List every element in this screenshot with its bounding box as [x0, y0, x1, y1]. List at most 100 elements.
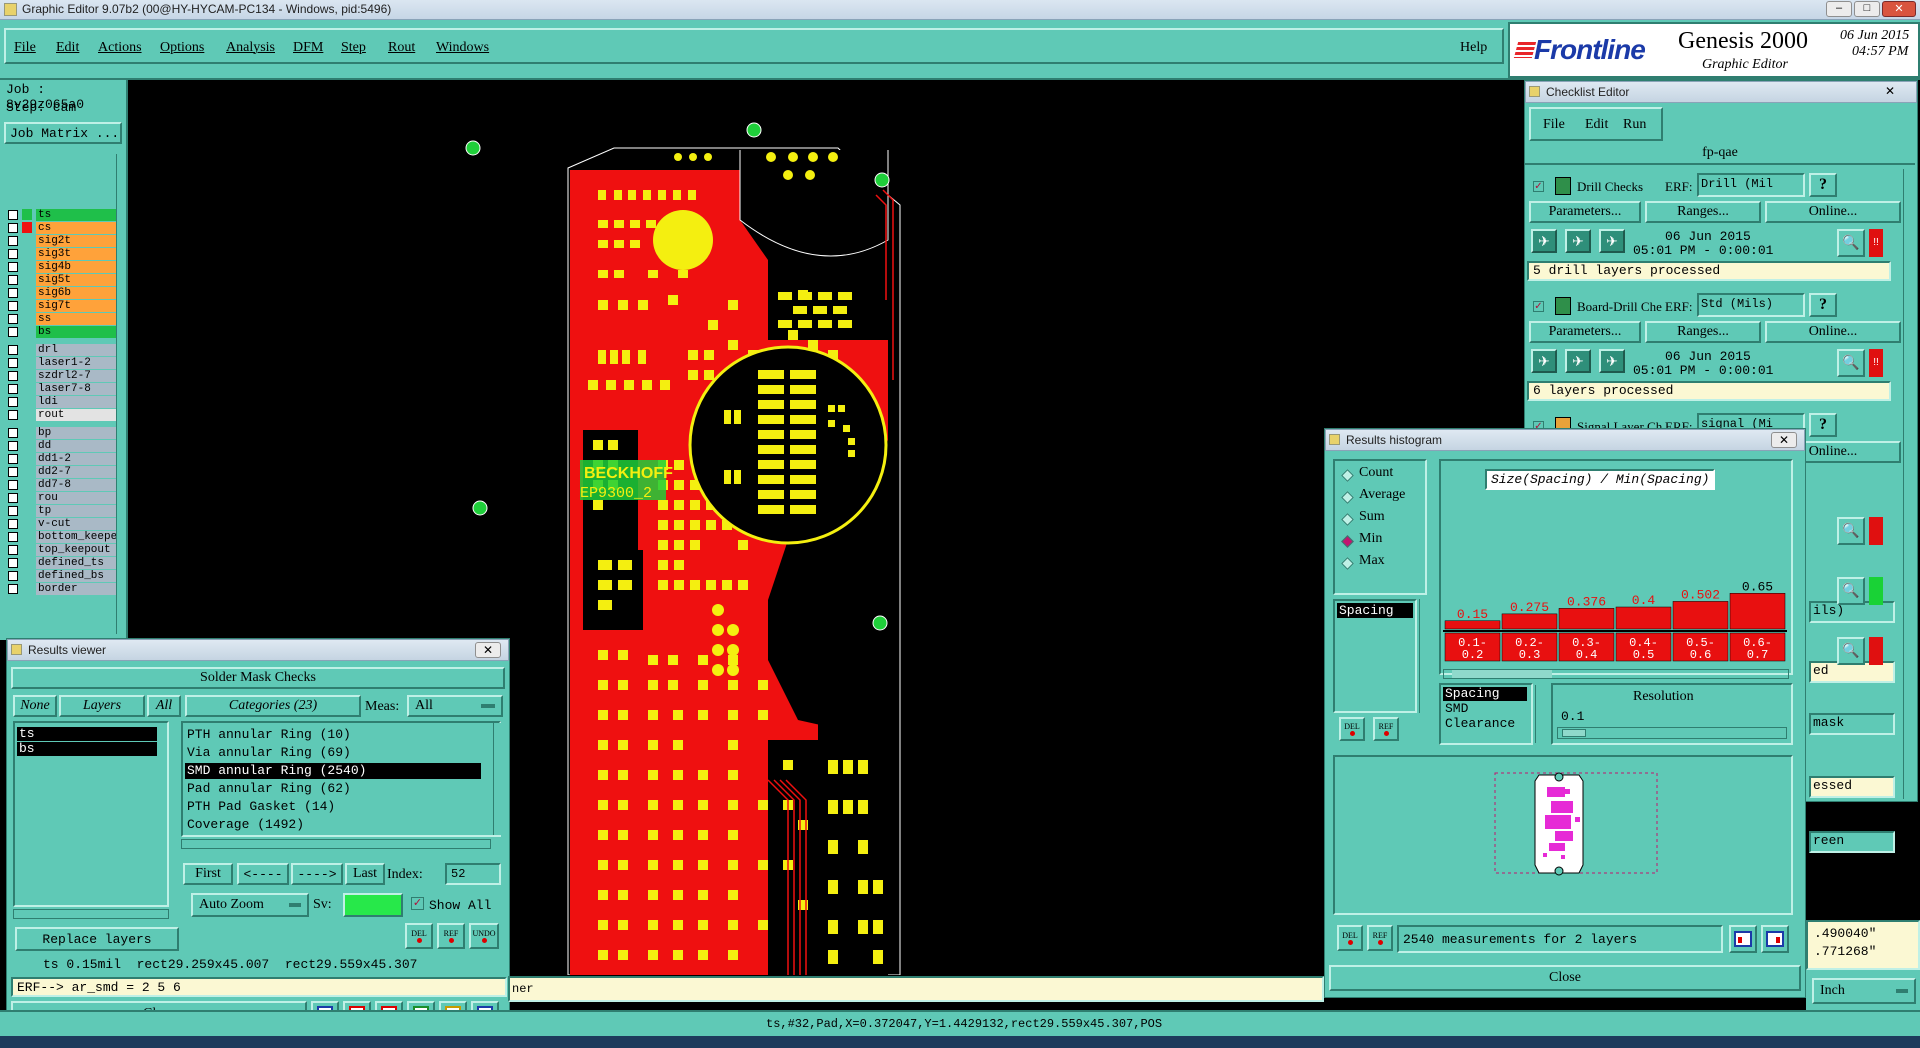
- check-name[interactable]: Drill Checks: [1577, 179, 1663, 195]
- checklist-menu-run[interactable]: Run: [1623, 117, 1646, 133]
- layer-checkbox[interactable]: [8, 427, 18, 438]
- zoom-results-icon[interactable]: 🔍: [1837, 517, 1865, 545]
- layer-checkbox[interactable]: [8, 557, 18, 568]
- type-item[interactable]: SMD: [1443, 702, 1527, 716]
- auto-zoom-select[interactable]: Auto Zoom: [191, 893, 309, 917]
- menu-dfm[interactable]: DFM: [293, 40, 323, 56]
- menu-rout[interactable]: Rout: [388, 40, 415, 56]
- preview-del-button[interactable]: DEL: [1337, 925, 1363, 951]
- resolution-slider-thumb[interactable]: [1562, 729, 1586, 737]
- category-item[interactable]: Pad annular Ring (62): [185, 781, 481, 797]
- layer-row-v-cut[interactable]: v-cut: [8, 517, 123, 530]
- chart-hscroll-thumb[interactable]: [1452, 670, 1552, 678]
- category-item[interactable]: Coverage (1492): [185, 817, 481, 833]
- run-icon[interactable]: ✈: [1531, 349, 1557, 373]
- layer-row-ss[interactable]: ss: [8, 312, 123, 325]
- online-button[interactable]: Online...: [1765, 321, 1901, 343]
- layer-row-drl[interactable]: drl: [8, 343, 123, 356]
- menu-step[interactable]: Step: [341, 40, 366, 56]
- layer-row-dd2-7[interactable]: dd2-7: [8, 465, 123, 478]
- layer-checkbox[interactable]: [8, 409, 18, 420]
- layer-checkbox[interactable]: [8, 261, 18, 272]
- ranges-button[interactable]: Ranges...: [1645, 321, 1761, 343]
- layer-checkbox[interactable]: [8, 453, 18, 464]
- layer-checkbox[interactable]: [8, 570, 18, 581]
- zoom-results-icon[interactable]: 🔍: [1837, 349, 1865, 377]
- histogram-export-button[interactable]: [1729, 925, 1757, 953]
- layer-list-hscroll[interactable]: [13, 909, 169, 919]
- layer-checkbox[interactable]: [8, 440, 18, 451]
- rv-layer-item[interactable]: bs: [17, 742, 157, 756]
- mode-radio-max[interactable]: [1341, 557, 1354, 570]
- maximize-button[interactable]: □: [1854, 1, 1880, 17]
- layer-checkbox[interactable]: [8, 466, 18, 477]
- type-item[interactable]: Spacing: [1443, 687, 1527, 701]
- layer-checkbox[interactable]: [8, 274, 18, 285]
- checklist-scrollbar[interactable]: [1903, 169, 1915, 799]
- layer-row-sig3t[interactable]: sig3t: [8, 247, 123, 260]
- histogram-bar[interactable]: [1501, 613, 1558, 630]
- erf-value[interactable]: Drill (Mil: [1697, 173, 1805, 197]
- run-all-icon[interactable]: ✈: [1565, 349, 1591, 373]
- layer-row-szdrl2-7[interactable]: szdrl2-7: [8, 369, 123, 382]
- layer-row-sig7t[interactable]: sig7t: [8, 299, 123, 312]
- check-help-button[interactable]: ?: [1809, 413, 1837, 437]
- layer-row-sig5t[interactable]: sig5t: [8, 273, 123, 286]
- type-list-box[interactable]: Spacing SMD Clearance: [1439, 683, 1533, 745]
- menu-actions[interactable]: Actions: [98, 40, 142, 56]
- category-hscroll[interactable]: [181, 839, 491, 849]
- check-name[interactable]: Board-Drill Che: [1577, 299, 1663, 315]
- layer-row-bottom_keepe[interactable]: bottom_keepe: [8, 530, 123, 543]
- menu-analysis[interactable]: Analysis: [226, 40, 275, 56]
- zoom-results-icon[interactable]: 🔍: [1837, 637, 1865, 665]
- layer-checkbox[interactable]: [8, 531, 18, 542]
- preview-ref-button[interactable]: REF: [1367, 925, 1393, 951]
- category-item[interactable]: Via annular Ring (69): [185, 745, 481, 761]
- histogram-bar[interactable]: [1444, 620, 1501, 630]
- layer-row-cs[interactable]: cs: [8, 221, 123, 234]
- layer-row-top_keepout[interactable]: top_keepout: [8, 543, 123, 556]
- run-all-icon[interactable]: ✈: [1565, 229, 1591, 253]
- checklist-menu-edit[interactable]: Edit: [1585, 117, 1608, 133]
- layer-row-rou[interactable]: rou: [8, 491, 123, 504]
- results-viewer-close-icon[interactable]: ✕: [475, 642, 501, 658]
- zoom-results-icon[interactable]: 🔍: [1837, 229, 1865, 257]
- layer-checkbox[interactable]: [8, 518, 18, 529]
- run-step-icon[interactable]: ✈: [1599, 229, 1625, 253]
- menu-edit[interactable]: Edit: [56, 40, 79, 56]
- category-scrollbar[interactable]: [493, 723, 503, 835]
- field-list-scrollbar[interactable]: [1419, 599, 1429, 713]
- histogram-config-button[interactable]: [1761, 925, 1789, 953]
- menu-windows[interactable]: Windows: [436, 40, 489, 56]
- type-item[interactable]: Clearance: [1443, 717, 1527, 731]
- layer-checkbox[interactable]: [8, 209, 18, 220]
- layer-checkbox[interactable]: [8, 300, 18, 311]
- checklist-close-icon[interactable]: ✕: [1885, 84, 1895, 98]
- field-list-box[interactable]: Spacing: [1333, 599, 1417, 713]
- layer-list-box[interactable]: ts bs: [13, 721, 169, 907]
- category-item[interactable]: PTH annular Ring (10): [185, 727, 481, 743]
- type-scrollbar[interactable]: [1535, 685, 1545, 743]
- layer-row-laser7-8[interactable]: laser7-8: [8, 382, 123, 395]
- category-item[interactable]: SMD annular Ring (2540): [185, 763, 481, 779]
- meas-select[interactable]: All: [407, 695, 503, 717]
- layer-checkbox[interactable]: [8, 505, 18, 516]
- first-button[interactable]: First: [183, 863, 233, 885]
- rv-layer-item[interactable]: ts: [17, 727, 157, 741]
- run-step-icon[interactable]: ✈: [1599, 349, 1625, 373]
- parameters-button[interactable]: Parameters...: [1529, 201, 1641, 223]
- layer-checkbox[interactable]: [8, 370, 18, 381]
- layer-checkbox[interactable]: [8, 313, 18, 324]
- check-enable-checkbox[interactable]: ✓: [1533, 301, 1544, 312]
- checklist-menu-file[interactable]: File: [1543, 117, 1565, 133]
- undo-button[interactable]: UNDO: [469, 923, 499, 949]
- layer-row-defined_ts[interactable]: defined_ts: [8, 556, 123, 569]
- units-select[interactable]: Inch: [1812, 978, 1916, 1004]
- close-button[interactable]: ✕: [1882, 1, 1916, 17]
- chart-hscroll[interactable]: [1443, 669, 1789, 679]
- mode-radio-average[interactable]: [1341, 491, 1354, 504]
- online-button[interactable]: Online...: [1765, 201, 1901, 223]
- layer-checkbox[interactable]: [8, 357, 18, 368]
- layer-row-dd[interactable]: dd: [8, 439, 123, 452]
- mode-radio-sum[interactable]: [1341, 513, 1354, 526]
